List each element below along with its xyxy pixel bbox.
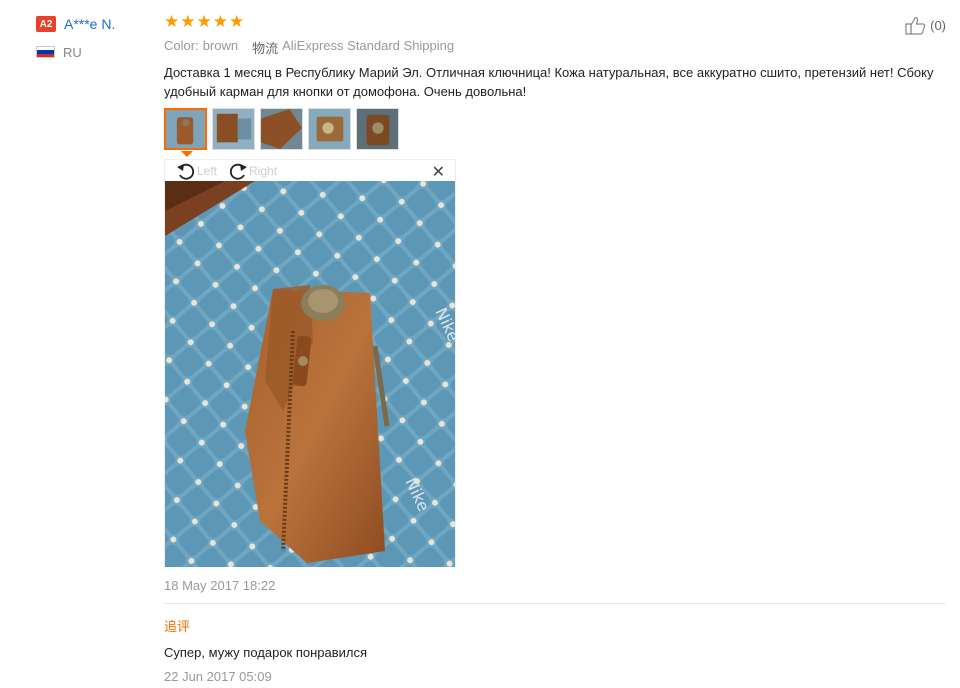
- followup-date: 22 Jun 2017 05:09: [164, 669, 272, 684]
- russia-flag-icon: [36, 46, 55, 58]
- reviewer-name[interactable]: A***e N.: [64, 16, 115, 32]
- review-photo: Nike Nike: [165, 181, 455, 567]
- followup-label: 追评: [164, 619, 191, 634]
- star-icon: ★: [180, 12, 196, 31]
- color-label: Color:: [164, 38, 199, 53]
- thumbnail-photo-5[interactable]: [356, 108, 399, 150]
- shipping-value: AliExpress Standard Shipping: [282, 38, 455, 53]
- rotate-right-button[interactable]: Right: [227, 161, 277, 181]
- helpful-button[interactable]: (0): [904, 15, 946, 35]
- rotate-left-button[interactable]: Left: [175, 161, 217, 181]
- shipping-label: 物流: [252, 41, 279, 56]
- star-icon: ★: [196, 12, 212, 31]
- buyer-level-badge: A2: [36, 16, 56, 32]
- thumbs-up-icon: [905, 17, 926, 35]
- rotate-left-label: Left: [197, 163, 218, 178]
- star-icon: ★: [229, 12, 245, 31]
- rotate-right-label: Right: [249, 163, 278, 178]
- star-rating: ★ ★ ★ ★ ★: [164, 12, 245, 31]
- thumbnail-photo-2[interactable]: [212, 108, 255, 150]
- order-info: Color: brown 物流 AliExpress Standard Ship…: [164, 38, 454, 57]
- followup-text: Супер, мужу подарок понравился: [164, 645, 368, 660]
- active-thumbnail-pointer: [181, 151, 193, 157]
- divider: [164, 603, 946, 604]
- reviewer-info: A2 A***e N. RU: [36, 14, 156, 60]
- review-date: 18 May 2017 18:22: [164, 578, 276, 593]
- thumbnail-photo-4[interactable]: [308, 108, 351, 150]
- review-photo-thumbnails: [164, 108, 404, 150]
- review-text: Доставка 1 месяц в Республику Марий Эл. …: [164, 65, 934, 99]
- rotate-right-icon: [229, 163, 248, 180]
- thumbnail-photo-3[interactable]: [260, 108, 303, 150]
- color-value: brown: [202, 38, 239, 53]
- rotate-left-icon: [177, 163, 195, 180]
- close-icon[interactable]: ✕: [432, 162, 445, 182]
- viewer-toolbar: Left Right ✕: [165, 160, 455, 181]
- star-icon: ★: [164, 12, 180, 31]
- star-icon: ★: [212, 12, 228, 31]
- reviewer-country: RU: [63, 44, 82, 60]
- helpful-count: (0): [930, 17, 946, 33]
- thumbnail-photo-1[interactable]: [164, 108, 207, 150]
- photo-viewer: Left Right ✕ Nike Nike: [164, 159, 456, 567]
